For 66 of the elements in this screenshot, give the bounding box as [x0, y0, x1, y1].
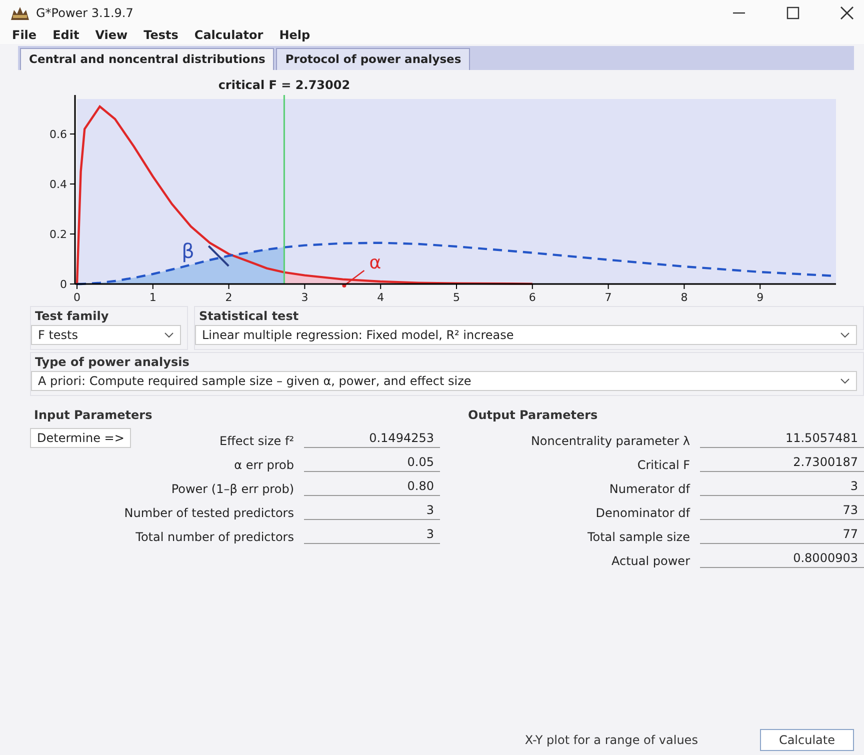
tab[interactable]: Central and noncentral distributions [20, 48, 274, 70]
parameter-label: Noncentrality parameter λ [530, 434, 691, 448]
parameter-field[interactable]: 0.05 [304, 455, 440, 472]
alpha-label: α [369, 252, 382, 274]
y-tick-label: 0.2 [50, 228, 67, 241]
parameter-label: Critical F [637, 458, 691, 472]
x-tick-label: 4 [377, 291, 384, 304]
section-title: Output Parameters [467, 407, 599, 424]
parameter-label: Denominator df [596, 506, 692, 520]
parameter-field: 2.7300187 [700, 455, 864, 472]
parameter-label: Total number of predictors [136, 530, 295, 544]
analysis-type-dropdown[interactable]: A priori: Compute required sample size – given α, power, and effect size [31, 371, 857, 391]
group-label: Test family [34, 308, 110, 325]
close-icon[interactable] [840, 6, 854, 20]
x-tick-label: 5 [453, 291, 460, 304]
window-title: G*Power 3.1.9.7 [36, 6, 134, 20]
y-tick-label: 0.4 [50, 178, 67, 191]
determine-button[interactable]: Determine => [30, 428, 132, 448]
parameter-field: 77 [700, 527, 864, 544]
parameter-label: Actual power [612, 554, 691, 568]
parameter-label: α err prob [234, 458, 295, 472]
parameter-label: Power (1–β err prob) [171, 482, 295, 496]
menu-item[interactable]: Edit [52, 28, 80, 42]
parameter-field[interactable]: 0.1494253 [304, 431, 440, 448]
beta-label: β [182, 239, 194, 263]
parameter-label: Numerator df [609, 482, 692, 496]
section-title: Input Parameters [33, 407, 154, 424]
parameter-field: 73 [700, 503, 864, 520]
menu-item[interactable]: Calculator [194, 28, 264, 42]
menu-item[interactable]: File [12, 28, 37, 42]
x-tick-label: 0 [74, 291, 80, 304]
critical-f-label: critical F = 2.73002 [218, 78, 350, 92]
x-tick-label: 3 [301, 291, 308, 304]
test-family-dropdown[interactable]: F tests [31, 325, 181, 345]
app-icon [10, 5, 30, 21]
x-tick-label: 6 [528, 291, 536, 304]
y-tick-label: 0 [60, 278, 67, 291]
x-tick-label: 8 [680, 291, 688, 304]
parameter-field: 0.8000903 [700, 551, 864, 568]
parameter-field: 3 [700, 479, 864, 496]
alpha-pointer [342, 270, 365, 288]
parameter-label: Effect size f² [220, 434, 295, 448]
parameter-field[interactable]: 3 [304, 527, 440, 544]
parameter-field[interactable]: 0.80 [304, 479, 440, 496]
parameter-field: 11.5057481 [700, 431, 864, 448]
x-tick-label: 7 [604, 291, 612, 304]
menu-item[interactable]: Help [279, 28, 310, 42]
x-tick-label: 2 [225, 291, 232, 304]
group-label: Statistical test [198, 308, 300, 325]
maximize-icon[interactable] [786, 6, 800, 20]
xy-plot-button[interactable]: X-Y plot for a range of values [518, 732, 704, 748]
calculate-button[interactable]: Calculate [760, 729, 854, 751]
parameter-field[interactable]: 3 [304, 503, 440, 520]
statistical-test-dropdown[interactable]: Linear multiple regression: Fixed model, R² increase [195, 325, 857, 345]
tab[interactable]: Protocol of power analyses [276, 48, 470, 70]
menu-item[interactable]: View [95, 28, 128, 42]
chevron-icon [840, 332, 850, 338]
y-tick-label: 0.6 [50, 128, 67, 141]
chevron-icon [840, 378, 850, 384]
parameter-label: Total sample size [587, 530, 691, 544]
x-tick-label: 1 [149, 291, 156, 304]
chevron-icon [164, 332, 174, 338]
x-tick-label: 9 [756, 291, 764, 304]
parameter-label: Number of tested predictors [124, 506, 295, 520]
menu-item[interactable]: Tests [144, 28, 178, 42]
group-label: Type of power analysis [34, 354, 190, 371]
